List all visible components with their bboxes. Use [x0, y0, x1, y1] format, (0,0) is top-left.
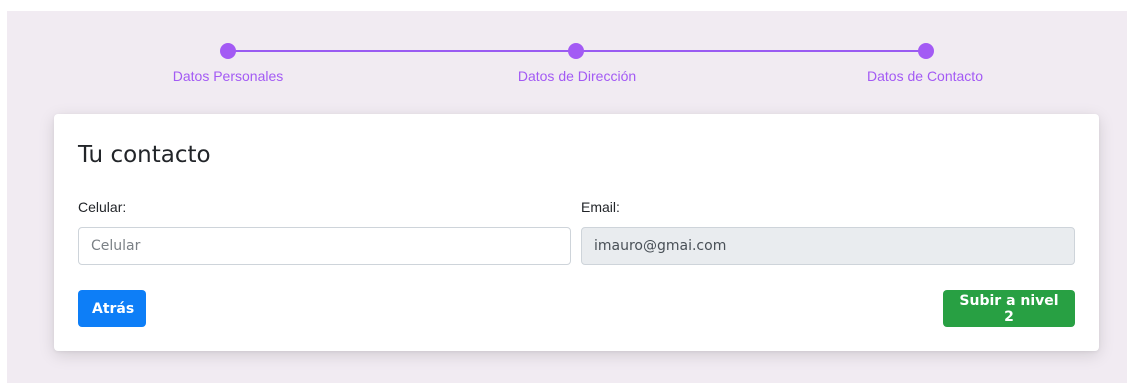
step-3-label[interactable]: Datos de Contacto [867, 68, 983, 84]
submit-level-2-button[interactable]: Subir a nivel 2 [943, 290, 1075, 327]
contact-form-card: Tu contacto Celular: Email: Atrás Subir … [54, 114, 1099, 351]
step-2-dot[interactable] [568, 43, 584, 59]
form-title: Tu contacto [78, 142, 211, 168]
celular-label: Celular: [78, 199, 127, 215]
progress-stepper: Datos Personales Datos de Dirección Dato… [0, 0, 1134, 100]
step-1-label[interactable]: Datos Personales [173, 68, 284, 84]
celular-input[interactable] [78, 227, 571, 265]
step-3-dot[interactable] [918, 43, 934, 59]
step-2-label[interactable]: Datos de Dirección [518, 68, 636, 84]
email-label: Email: [581, 199, 620, 215]
step-1-dot[interactable] [220, 43, 236, 59]
back-button[interactable]: Atrás [78, 290, 146, 327]
email-input[interactable] [581, 227, 1075, 265]
